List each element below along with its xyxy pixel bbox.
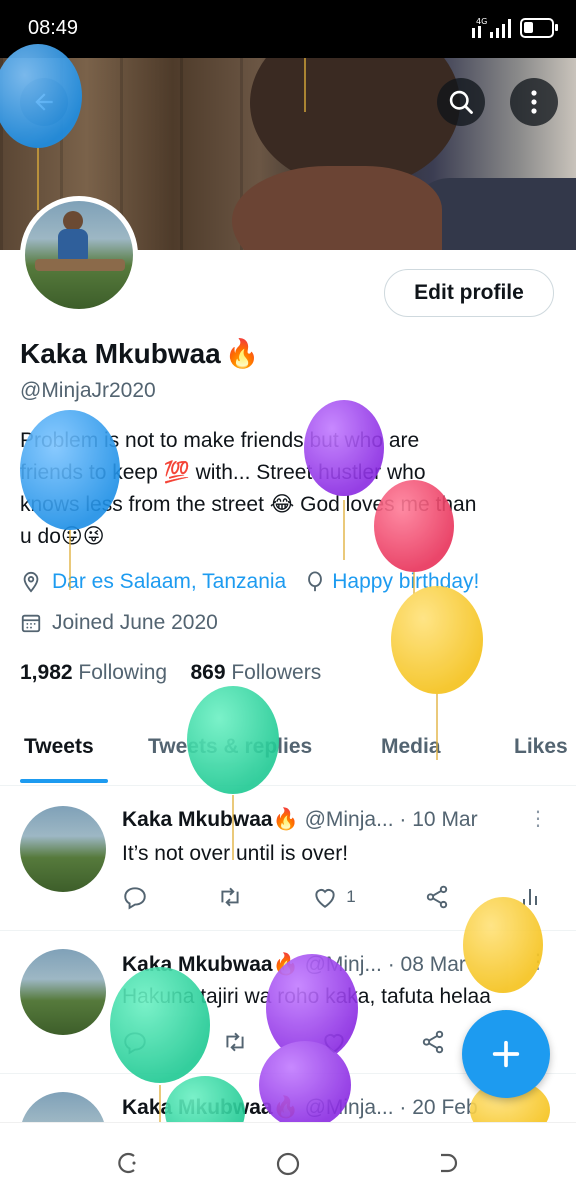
bio-line: friends to keep 💯 with... Street hustler… (20, 461, 426, 484)
retweet-icon[interactable] (221, 1029, 249, 1055)
tweet-avatar[interactable] (20, 806, 106, 892)
tweet-text: It’s not over until is over! (122, 842, 349, 865)
location-pin-icon (23, 571, 39, 593)
followers-label: Followers (231, 661, 322, 684)
calendar-icon (21, 614, 41, 633)
tweet-actions: 1 (122, 884, 542, 910)
share-icon[interactable] (420, 1029, 446, 1055)
active-tab-indicator (20, 779, 108, 783)
status-icons: 4G (470, 16, 558, 40)
followers-count: 869 (190, 661, 226, 684)
profile-name: Kaka Mkubwaa 🔥 (20, 337, 260, 370)
following-count: 1,982 (20, 661, 73, 684)
profile-tabs: Tweets Tweets & replies Media Likes (0, 725, 576, 786)
battery-icon (520, 18, 558, 38)
tweet-more-icon[interactable]: ⋮ (528, 806, 548, 831)
share-icon[interactable] (424, 884, 450, 910)
tab-tweets-replies[interactable]: Tweets & replies (148, 735, 312, 759)
tweet-avatar[interactable] (20, 949, 106, 1035)
follow-stats: 1,982 Following 869 Followers (20, 661, 321, 685)
profile-avatar[interactable] (20, 196, 138, 314)
tweet-header: Kaka Mkubwaa🔥 @Minja... · 10 Mar (122, 808, 478, 832)
signal-icon: 4G (472, 17, 511, 38)
like-count: 1 (346, 887, 356, 906)
status-bar: 08:49 4G (0, 0, 576, 58)
home-circle-icon[interactable] (275, 1151, 301, 1177)
reply-icon[interactable] (122, 884, 148, 910)
reply-icon[interactable] (122, 1029, 148, 1055)
heart-icon[interactable] (321, 1029, 347, 1055)
system-nav-bar (0, 1122, 576, 1201)
tweet-handle: @Minja... (304, 1096, 394, 1119)
balloon-icon (308, 571, 323, 592)
tweet-header: Kaka Mkubwaa🔥 @Minj... · 08 Mar (122, 953, 466, 977)
tweet-date: · 10 Mar (399, 808, 478, 831)
following-label: Following (78, 661, 168, 684)
tweet-text: Hakuna tajiri wa roho kaka, tafuta helaa (122, 985, 491, 1008)
tweet-author: Kaka Mkubwaa🔥 (122, 808, 299, 831)
location-link[interactable]: Dar es Salaam, Tanzania (52, 570, 286, 594)
network-label: 4G (476, 17, 487, 26)
following-link[interactable]: 1,982 Following (20, 661, 167, 684)
bio-line: Problem is not to make friends but who a… (20, 429, 420, 452)
followers-link[interactable]: 869 Followers (190, 661, 321, 684)
heart-icon (315, 889, 335, 908)
fire-emoji: 🔥 (224, 338, 260, 369)
tab-tweets[interactable]: Tweets (24, 735, 94, 759)
joined-row: Joined June 2020 (20, 611, 218, 635)
birthday-link[interactable]: Happy birthday! (332, 570, 479, 594)
bio-line: u do😛😜 (20, 525, 105, 548)
joined-date: Joined June 2020 (52, 611, 218, 634)
status-time: 08:49 (28, 17, 79, 39)
compose-tweet-button[interactable] (462, 1010, 550, 1098)
profile-handle: @MinjaJr2020 (20, 379, 156, 402)
more-vertical-icon (531, 90, 537, 114)
more-button[interactable] (510, 78, 558, 126)
recents-icon[interactable] (114, 1151, 140, 1175)
tweet-handle: @Minja... (304, 808, 394, 831)
tweet-author: Kaka Mkubwaa🔥 (122, 953, 299, 976)
tweet-date: · 08 Mar (387, 953, 466, 976)
search-icon (449, 90, 473, 114)
profile-bio: Problem is not to make friends but who a… (20, 425, 560, 553)
like-group[interactable]: 1 (312, 884, 356, 910)
tab-likes[interactable]: Likes (514, 735, 568, 759)
retweet-icon[interactable] (216, 884, 244, 910)
plus-icon (492, 1040, 520, 1068)
edit-profile-button[interactable]: Edit profile (384, 269, 554, 317)
tweet-header: Kaka Mkubwaa🔥 @Minja... · 20 Feb (122, 1096, 478, 1120)
tab-media[interactable]: Media (381, 735, 441, 759)
analytics-icon[interactable] (518, 884, 542, 910)
tweet-more-icon[interactable]: ⋮ (528, 949, 548, 974)
tweet-author: Kaka Mkubwaa🔥 (122, 1096, 299, 1119)
back-button[interactable] (20, 78, 68, 126)
back-icon[interactable] (436, 1151, 462, 1175)
profile-meta-row: Dar es Salaam, Tanzania Happy birthday! (20, 570, 479, 594)
search-button[interactable] (437, 78, 485, 126)
tweet-handle: @Minj... (304, 953, 382, 976)
tweet-date: · 20 Feb (399, 1096, 478, 1119)
bio-line: knows less from the street 😂 God loves m… (20, 493, 477, 516)
tweet-item[interactable]: Kaka Mkubwaa🔥 @Minja... · 10 Mar ⋮ It’s … (0, 788, 576, 931)
arrow-left-icon (35, 93, 53, 111)
profile-name-text: Kaka Mkubwaa (20, 337, 221, 369)
